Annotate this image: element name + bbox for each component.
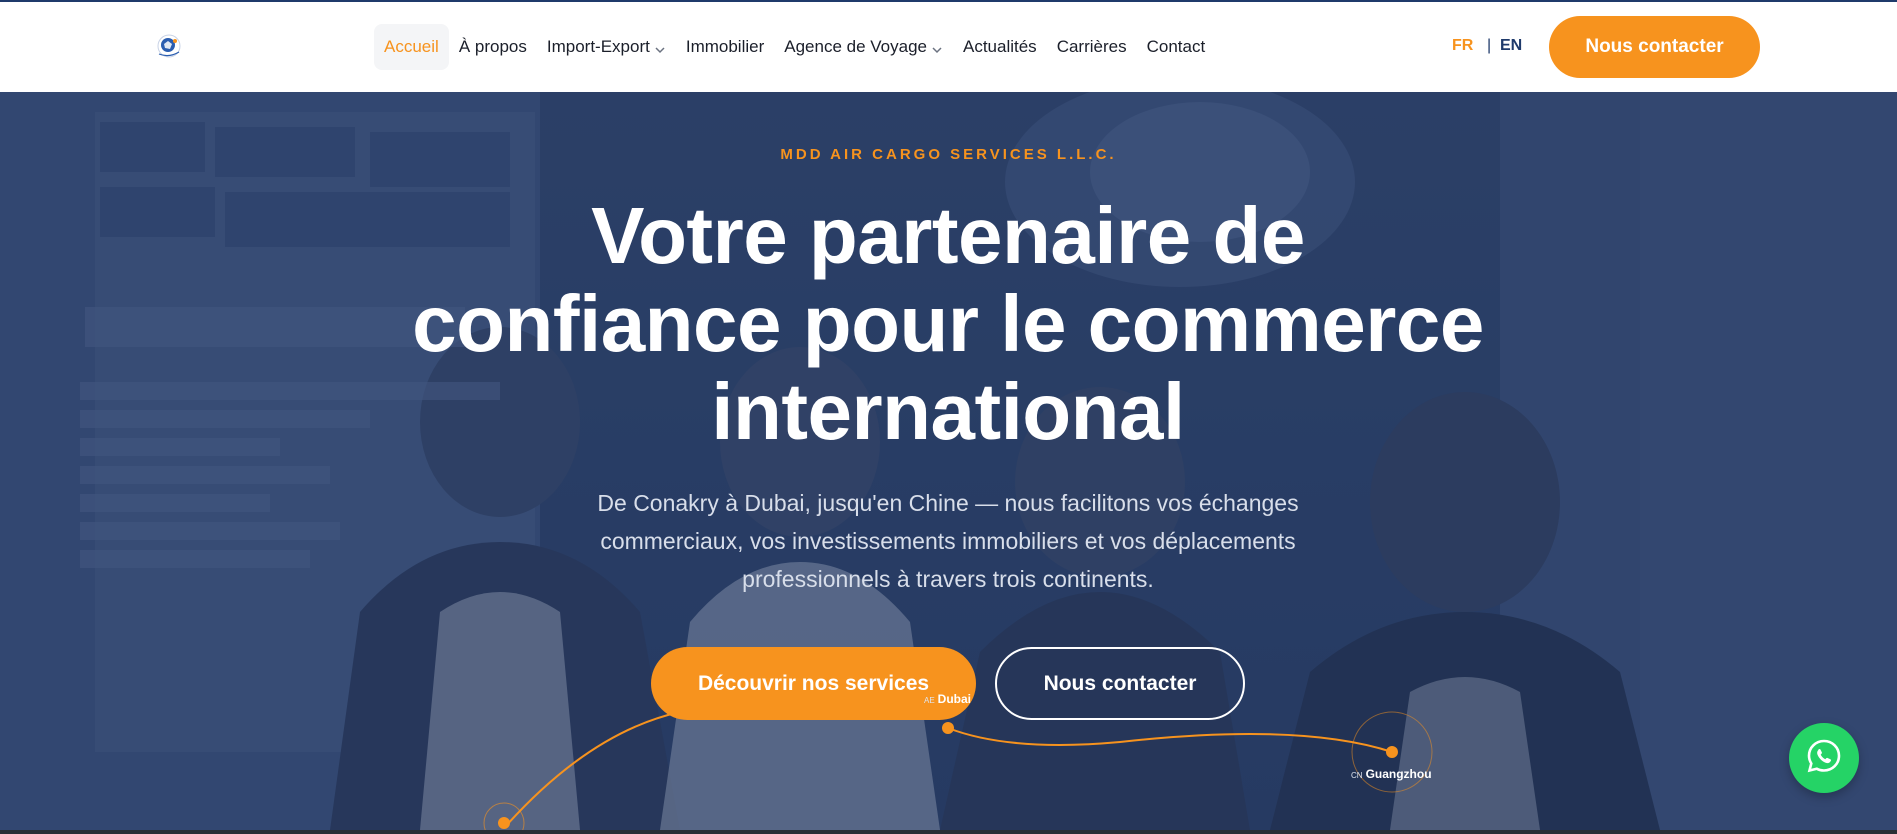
nav-item-label: Actualités <box>962 37 1037 56</box>
nav-item-label: Immobilier <box>685 37 765 56</box>
whatsapp-chat-button[interactable] <box>1789 723 1859 793</box>
company-logo-icon[interactable] <box>155 32 183 60</box>
nav-item-contact[interactable]: Contact <box>1137 24 1216 70</box>
hero-section: MDD AIR CARGO SERVICES L.L.C. Votre part… <box>0 92 1897 830</box>
language-fr-link[interactable]: FR <box>1452 37 1473 55</box>
city-label: Guangzhou <box>1365 767 1432 781</box>
nav-item-accueil[interactable]: Accueil <box>374 24 449 70</box>
route-city-dubai: AE Dubai <box>924 692 971 706</box>
route-city-guangzhou: CN Guangzhou <box>1351 767 1432 781</box>
hero-eyebrow: MDD AIR CARGO SERVICES L.L.C. <box>780 146 1117 163</box>
nav-item-immobilier[interactable]: Immobilier <box>676 24 774 70</box>
nav-item-carrieres[interactable]: Carrières <box>1047 24 1137 70</box>
nav-item-a-propos[interactable]: À propos <box>449 24 537 70</box>
hero-subtitle: De Conakry à Dubai, jusqu'en Chine — nou… <box>597 490 1299 592</box>
nav-item-label: À propos <box>458 37 527 56</box>
site-header: Accueil À propos Import-Export Immobilie… <box>0 2 1897 92</box>
nav-item-label: Carrières <box>1056 37 1127 56</box>
city-label: Dubai <box>937 692 972 706</box>
nav-item-label: Import-Export <box>546 37 650 56</box>
language-separator: | <box>1487 37 1492 54</box>
nav-item-agence-de-voyage[interactable]: Agence de Voyage <box>774 24 953 70</box>
nav-item-label: Agence de Voyage <box>784 37 927 56</box>
language-en-link[interactable]: EN <box>1500 37 1522 55</box>
hero-title: Votre partenaire de confiance pour le co… <box>412 191 1484 456</box>
nav-item-label: Accueil <box>384 37 439 56</box>
whatsapp-icon <box>1805 737 1843 780</box>
nav-item-label: Contact <box>1146 37 1206 56</box>
hero-contact-button[interactable]: Nous contacter <box>995 647 1245 720</box>
discover-services-button[interactable]: Découvrir nos services <box>651 647 976 720</box>
nav-item-import-export[interactable]: Import-Export <box>537 24 676 70</box>
page-bottom-edge <box>0 830 1897 834</box>
chevron-down-icon <box>654 41 666 54</box>
chevron-down-icon <box>931 41 943 54</box>
nav-item-actualites[interactable]: Actualités <box>953 24 1047 70</box>
city-country-code: AE <box>924 696 935 705</box>
main-navigation: Accueil À propos Import-Export Immobilie… <box>374 24 1215 70</box>
header-contact-button[interactable]: Nous contacter <box>1549 16 1760 78</box>
city-country-code: CN <box>1351 771 1363 780</box>
